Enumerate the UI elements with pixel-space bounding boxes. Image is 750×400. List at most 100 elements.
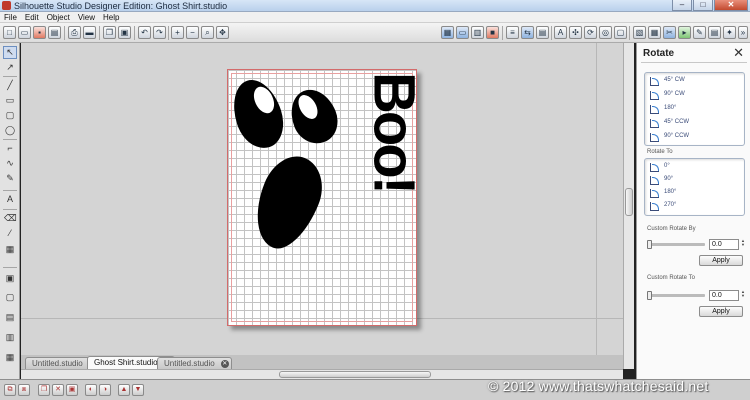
menu-edit[interactable]: Edit xyxy=(21,12,43,22)
select-tool-icon[interactable]: ↖ xyxy=(3,46,17,59)
page-settings-icon[interactable]: ▭ xyxy=(456,26,469,39)
freehand-tool-icon[interactable]: ✎ xyxy=(3,172,17,185)
align-icon[interactable]: ⇆ xyxy=(521,26,534,39)
slider-knob[interactable] xyxy=(647,240,652,249)
menu-view[interactable]: View xyxy=(74,12,99,22)
apply-rotate-to-button[interactable]: Apply xyxy=(699,306,743,317)
custom-rotate-by-slider[interactable] xyxy=(647,240,705,249)
curve-tool-icon[interactable]: ∿ xyxy=(3,157,17,170)
rotate-to-90-button[interactable]: 90° xyxy=(650,175,740,187)
menu-object[interactable]: Object xyxy=(43,12,74,22)
make-compound-icon[interactable]: ◐ xyxy=(85,384,97,396)
rounded-rectangle-tool-icon[interactable]: ▢ xyxy=(3,109,17,122)
menu-help[interactable]: Help xyxy=(99,12,123,22)
transform-icon[interactable]: ✣ xyxy=(569,26,582,39)
send-icon[interactable]: ▸ xyxy=(678,26,691,39)
rotate-90-cw-button[interactable]: 90° CW xyxy=(650,90,740,102)
rotate-180-button[interactable]: 180° xyxy=(650,104,740,116)
send-to-back-icon[interactable]: ▼ xyxy=(132,384,144,396)
vertical-scrollbar[interactable] xyxy=(623,43,634,369)
library-store-icon[interactable]: ▦ xyxy=(648,26,661,39)
delete-icon[interactable]: ✕ xyxy=(52,384,64,396)
ungroup-icon[interactable]: ⧈ xyxy=(18,384,30,396)
toolbar-divider xyxy=(134,26,135,40)
document-tabs: Untitled.studio ✕ Ghost Shirt.studio ✕ U… xyxy=(21,355,623,369)
rotate-90-ccw-button[interactable]: 90° CCW xyxy=(650,132,740,144)
toolbar-divider xyxy=(629,26,630,40)
boo-text-object[interactable]: Boo! xyxy=(362,72,427,192)
close-tab-icon[interactable]: ✕ xyxy=(220,360,229,368)
send-to-cutter-icon[interactable]: ▬ xyxy=(83,26,96,39)
print-cut-icon[interactable]: ▦ xyxy=(3,351,17,364)
text-style-icon[interactable]: A xyxy=(554,26,567,39)
maximize-button[interactable]: □ xyxy=(693,0,713,11)
rotate-to-180-button[interactable]: 180° xyxy=(650,188,740,200)
text-tool-icon[interactable]: A xyxy=(3,193,17,206)
paint-icon[interactable]: ✦ xyxy=(723,26,736,39)
cut-icon[interactable]: ✂ xyxy=(663,26,676,39)
offset-icon[interactable]: ▢ xyxy=(614,26,627,39)
line-color-icon[interactable]: ≡ xyxy=(506,26,519,39)
point-edit-tool-icon[interactable]: ↗ xyxy=(3,61,17,74)
print-icon[interactable]: ⎙ xyxy=(68,26,81,39)
release-compound-icon[interactable]: ◑ xyxy=(99,384,111,396)
rotate-45-ccw-button[interactable]: 45° CCW xyxy=(650,118,740,130)
zoom-out-icon[interactable]: − xyxy=(186,26,199,39)
minimize-button[interactable]: – xyxy=(672,0,692,11)
custom-rotate-to-slider[interactable] xyxy=(647,291,705,300)
rectangle-tool-icon[interactable]: ▭ xyxy=(3,94,17,107)
close-panel-icon[interactable]: ✕ xyxy=(733,45,744,61)
select-all-icon[interactable]: ▣ xyxy=(66,384,78,396)
group-icon[interactable]: ⧉ xyxy=(4,384,16,396)
open-icon[interactable]: ▭ xyxy=(18,26,31,39)
rotate-to-0-button[interactable]: 0° xyxy=(650,162,740,174)
pencil-icon[interactable]: ✎ xyxy=(693,26,706,39)
paste-icon[interactable]: ▣ xyxy=(118,26,131,39)
pan-icon[interactable]: ✥ xyxy=(216,26,229,39)
custom-rotate-by-input[interactable]: 0.0 xyxy=(709,239,739,250)
rotate-icon[interactable]: ⟳ xyxy=(584,26,597,39)
rotate-45-cw-button[interactable]: 45° CW xyxy=(650,76,740,88)
copy-icon[interactable]: ❐ xyxy=(103,26,116,39)
replicate-icon[interactable]: ▤ xyxy=(536,26,549,39)
new-icon[interactable]: □ xyxy=(3,26,16,39)
zoom-in-icon[interactable]: + xyxy=(171,26,184,39)
line-tool-icon[interactable]: ╱ xyxy=(3,79,17,92)
grid-settings-icon[interactable]: ▦ xyxy=(441,26,454,39)
orientation-0-icon xyxy=(650,163,659,172)
trace-icon[interactable]: ▧ xyxy=(633,26,646,39)
scroll-thumb[interactable] xyxy=(625,188,633,216)
apply-rotate-by-button[interactable]: Apply xyxy=(699,255,743,266)
layers-icon[interactable]: ▤ xyxy=(708,26,721,39)
save-icon[interactable]: ▪ xyxy=(33,26,46,39)
bring-to-front-icon[interactable]: ▲ xyxy=(118,384,130,396)
cut-mode-icon[interactable]: ▥ xyxy=(3,331,17,344)
redo-icon[interactable]: ↷ xyxy=(153,26,166,39)
polygon-tool-icon[interactable]: ⌐ xyxy=(3,142,17,155)
eraser-tool-icon[interactable]: ⌫ xyxy=(3,212,17,225)
custom-rotate-to-spinner-icon[interactable]: ▲ ▼ xyxy=(741,290,745,298)
slider-knob[interactable] xyxy=(647,291,652,300)
rotate-to-270-button[interactable]: 270° xyxy=(650,201,740,213)
duplicate-icon[interactable]: ❐ xyxy=(38,384,50,396)
zoom-fit-icon[interactable]: ⌕ xyxy=(201,26,214,39)
menu-file[interactable]: File xyxy=(0,12,21,22)
modify-icon[interactable]: ◎ xyxy=(599,26,612,39)
scroll-thumb[interactable] xyxy=(279,371,431,378)
fill-tool-icon[interactable]: ▦ xyxy=(3,243,17,256)
custom-rotate-to-input[interactable]: 0.0 xyxy=(709,290,739,301)
custom-rotate-by-spinner-icon[interactable]: ▲ ▼ xyxy=(741,239,745,247)
tab-untitled-2[interactable]: Untitled.studio ✕ xyxy=(157,357,232,369)
tool-divider xyxy=(3,209,17,210)
more-icon[interactable]: » xyxy=(738,26,748,39)
fill-color-icon[interactable]: ■ xyxy=(486,26,499,39)
library-icon[interactable]: ▤ xyxy=(48,26,61,39)
shapes-library-icon[interactable]: ▤ xyxy=(3,311,17,324)
ellipse-tool-icon[interactable]: ◯ xyxy=(3,124,17,137)
zoom-tool-icon[interactable]: ▣ xyxy=(3,272,17,285)
undo-icon[interactable]: ↶ xyxy=(138,26,151,39)
cut-settings-icon[interactable]: ▥ xyxy=(471,26,484,39)
view-cut-border-icon[interactable]: ▢ xyxy=(3,291,17,304)
knife-tool-icon[interactable]: ⁄ xyxy=(3,227,17,240)
close-window-button[interactable]: ✕ xyxy=(714,0,748,11)
